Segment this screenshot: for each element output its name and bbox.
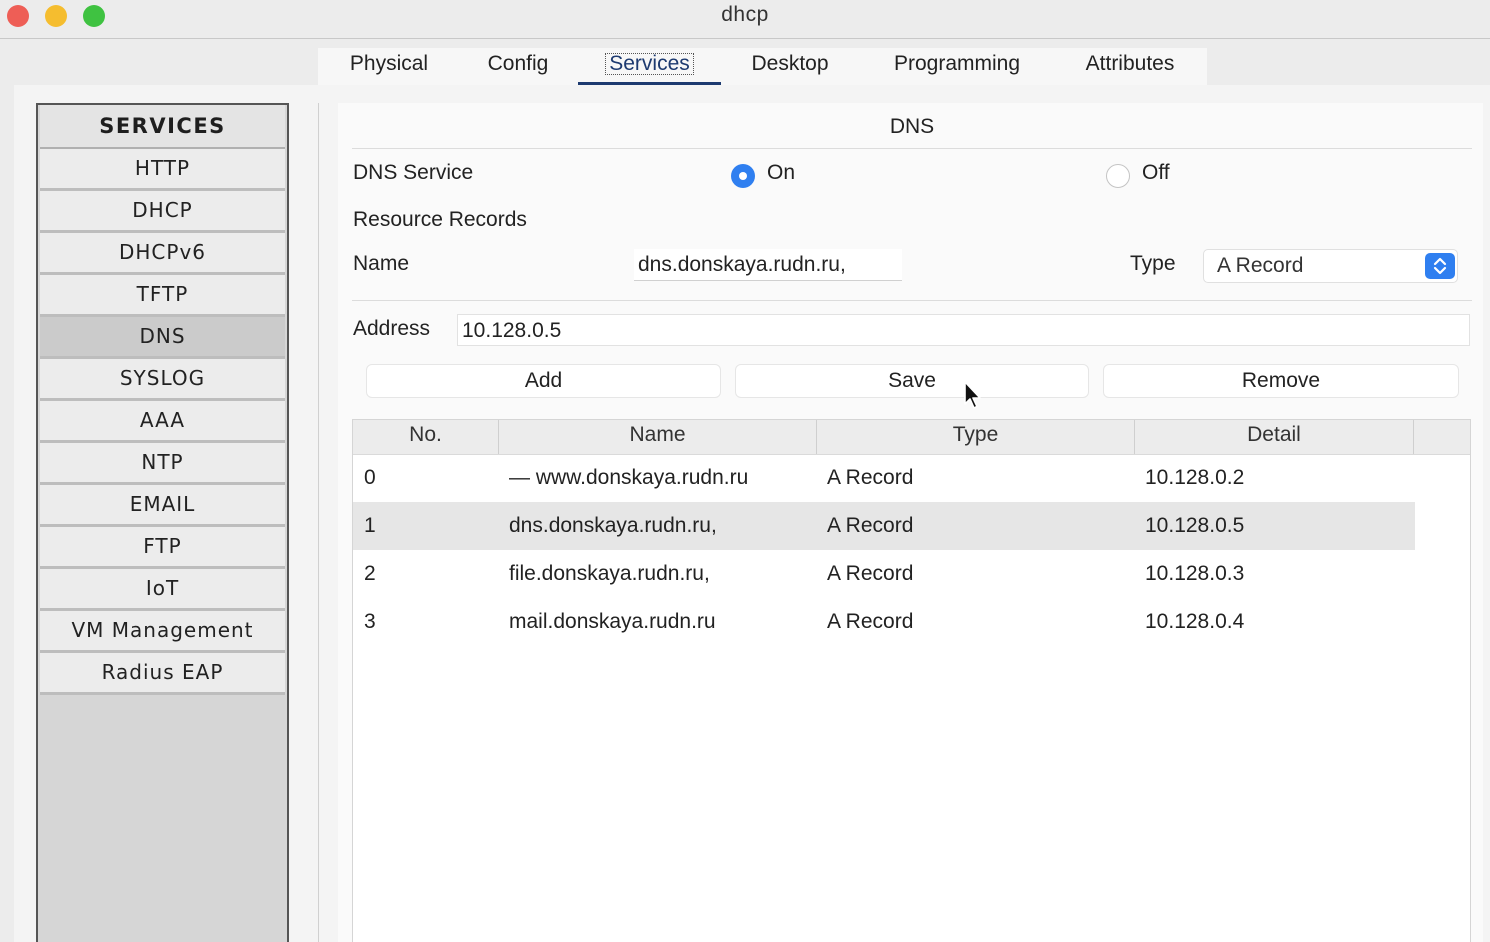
cell-name: file.donskaya.rudn.ru, xyxy=(509,562,710,585)
title-bar: dhcp xyxy=(0,0,1490,39)
type-select[interactable]: A Record xyxy=(1203,249,1458,283)
divider xyxy=(352,300,1472,301)
table-row[interactable]: 2 file.donskaya.rudn.ru, A Record 10.128… xyxy=(353,550,1415,598)
section-title: DNS xyxy=(889,115,935,138)
table-row[interactable]: 0 — www.donskaya.rudn.ru A Record 10.128… xyxy=(353,454,1415,502)
records-table: No. Name Type Detail 0 — www.donskaya.ru… xyxy=(352,419,1471,942)
cell-name: — www.donskaya.rudn.ru xyxy=(509,466,749,489)
sidebar-item-iot[interactable]: IoT xyxy=(40,569,285,611)
tab-services-label: Services xyxy=(605,53,694,75)
window-title: dhcp xyxy=(721,3,769,26)
dns-off-radio[interactable] xyxy=(1106,164,1130,188)
cell-name: mail.donskaya.rudn.ru xyxy=(509,610,716,633)
cell-detail: 10.128.0.2 xyxy=(1145,466,1245,489)
select-arrows-icon xyxy=(1425,253,1455,279)
column-header-type[interactable]: Type xyxy=(817,420,1135,454)
sidebar-item-email[interactable]: EMAIL xyxy=(40,485,285,527)
tab-attributes[interactable]: Attributes xyxy=(1070,48,1190,82)
sidebar-item-ntp[interactable]: NTP xyxy=(40,443,285,485)
table-row[interactable]: 1 dns.donskaya.rudn.ru, A Record 10.128.… xyxy=(353,502,1415,550)
divider xyxy=(352,148,1472,149)
type-label: Type xyxy=(1130,252,1176,275)
sidebar-item-http[interactable]: HTTP xyxy=(40,149,285,191)
sidebar-item-aaa[interactable]: AAA xyxy=(40,401,285,443)
sidebar-item-dns[interactable]: DNS xyxy=(40,317,285,359)
cell-no: 0 xyxy=(364,466,376,489)
column-header-detail[interactable]: Detail xyxy=(1135,420,1414,454)
cell-type: A Record xyxy=(827,514,914,537)
save-button[interactable]: Save xyxy=(735,364,1089,398)
tab-bar: Physical Config Services Desktop Program… xyxy=(318,48,1207,86)
cell-no: 3 xyxy=(364,610,376,633)
sidebar-item-ftp[interactable]: FTP xyxy=(40,527,285,569)
dns-on-label: On xyxy=(767,161,796,184)
cell-type: A Record xyxy=(827,562,914,585)
table-row[interactable]: 3 mail.donskaya.rudn.ru A Record 10.128.… xyxy=(353,598,1415,646)
mouse-pointer-icon xyxy=(964,381,981,409)
sidebar-item-tftp[interactable]: TFTP xyxy=(40,275,285,317)
cell-detail: 10.128.0.5 xyxy=(1145,514,1245,537)
name-field[interactable]: dns.donskaya.rudn.ru, xyxy=(634,249,902,281)
sidebar-item-syslog[interactable]: SYSLOG xyxy=(40,359,285,401)
column-header-name[interactable]: Name xyxy=(499,420,817,454)
services-sidebar: SERVICES HTTP DHCP DHCPv6 TFTP DNS SYSLO… xyxy=(36,103,289,942)
column-header-no[interactable]: No. xyxy=(353,420,499,454)
sidebar-item-radius-eap[interactable]: Radius EAP xyxy=(40,653,285,695)
tab-physical[interactable]: Physical xyxy=(330,48,448,82)
sidebar-divider xyxy=(318,103,319,942)
address-field[interactable]: 10.128.0.5 xyxy=(457,314,1470,346)
tab-desktop[interactable]: Desktop xyxy=(734,48,846,82)
table-header: No. Name Type Detail xyxy=(353,420,1470,455)
name-label: Name xyxy=(353,252,410,275)
cell-detail: 10.128.0.4 xyxy=(1145,610,1245,633)
tab-programming[interactable]: Programming xyxy=(874,48,1040,82)
dns-off-label: Off xyxy=(1142,161,1170,184)
tab-services[interactable]: Services xyxy=(578,48,721,86)
address-label: Address xyxy=(353,317,431,340)
add-button[interactable]: Add xyxy=(366,364,721,398)
type-select-value: A Record xyxy=(1217,254,1304,277)
sidebar-item-dhcpv6[interactable]: DHCPv6 xyxy=(40,233,285,275)
cell-no: 2 xyxy=(364,562,376,585)
remove-button[interactable]: Remove xyxy=(1103,364,1459,398)
dns-service-label: DNS Service xyxy=(353,161,474,184)
cell-type: A Record xyxy=(827,466,914,489)
dns-on-radio[interactable] xyxy=(731,164,755,188)
cell-no: 1 xyxy=(364,514,376,537)
tab-config[interactable]: Config xyxy=(468,48,568,82)
cell-name: dns.donskaya.rudn.ru, xyxy=(509,514,717,537)
resource-records-label: Resource Records xyxy=(353,208,527,231)
sidebar-item-vm-management[interactable]: VM Management xyxy=(40,611,285,653)
sidebar-header: SERVICES xyxy=(40,105,285,149)
cell-type: A Record xyxy=(827,610,914,633)
sidebar-item-dhcp[interactable]: DHCP xyxy=(40,191,285,233)
cell-detail: 10.128.0.3 xyxy=(1145,562,1245,585)
